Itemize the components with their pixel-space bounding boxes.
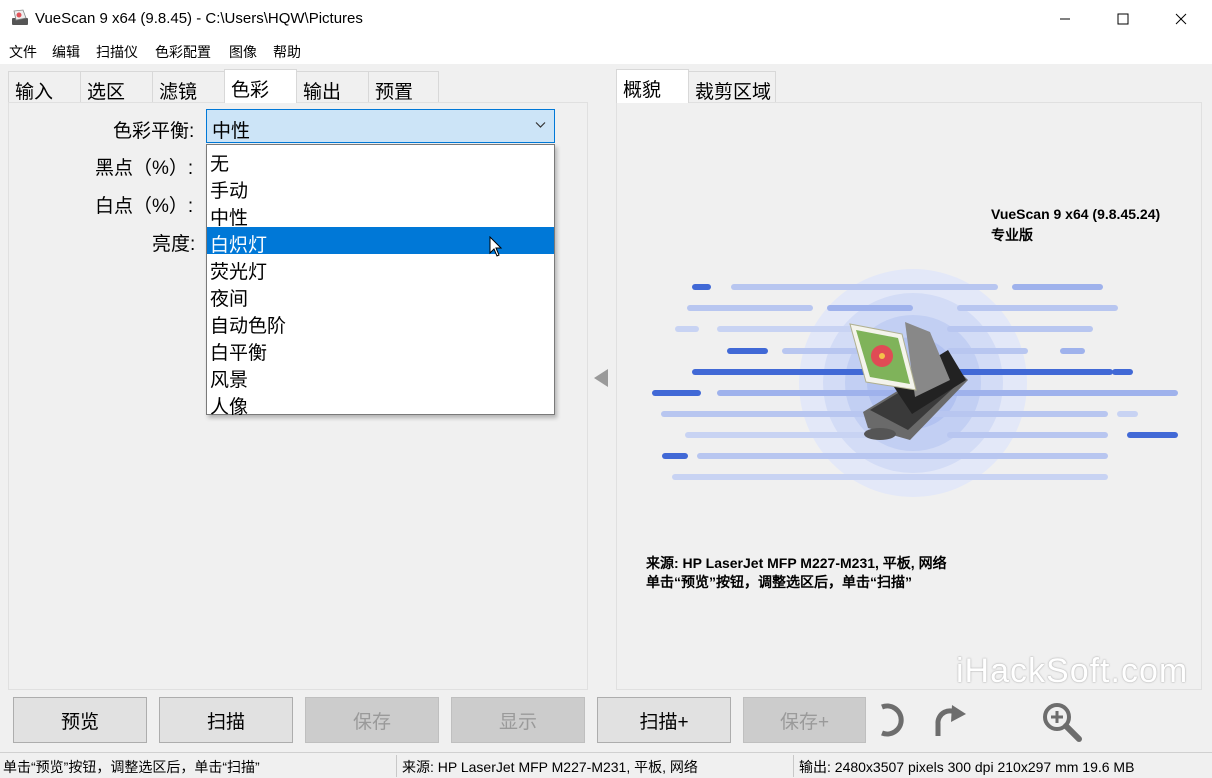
option-neutral[interactable]: 中性	[207, 200, 554, 229]
option-none[interactable]: 无	[207, 146, 554, 175]
scan-plus-button[interactable]: 扫描+	[597, 697, 731, 743]
tab-crop[interactable]: 选区	[80, 71, 153, 103]
option-auto-levels[interactable]: 自动色阶	[207, 308, 554, 337]
close-button[interactable]	[1152, 0, 1210, 38]
scan-button[interactable]: 扫描	[159, 697, 293, 743]
rotate-left-icon[interactable]	[874, 700, 906, 740]
menu-file[interactable]: 文件	[9, 42, 37, 62]
option-white-balance[interactable]: 白平衡	[207, 335, 554, 364]
tab-input[interactable]: 输入	[8, 71, 81, 103]
watermark: iHackSoft.com	[956, 652, 1189, 690]
usage-hint: 单击“预览”按钮，调整选区后，单击“扫描”	[646, 574, 912, 590]
option-fluorescent[interactable]: 荧光灯	[207, 254, 554, 283]
color-balance-label: 色彩平衡:	[113, 121, 195, 142]
menu-help[interactable]: 帮助	[273, 42, 301, 62]
option-night[interactable]: 夜间	[207, 281, 554, 310]
menu-edit[interactable]: 编辑	[52, 42, 80, 62]
tab-prefs[interactable]: 预置	[368, 71, 439, 103]
brightness-label: 亮度:	[152, 234, 196, 255]
zoom-in-icon[interactable]	[1040, 700, 1084, 742]
menu-bar: 文件 编辑 扫描仪 色彩配置 图像 帮助	[0, 38, 1212, 64]
color-balance-value: 中性	[212, 121, 251, 142]
color-balance-select[interactable]: 中性	[206, 109, 555, 143]
chevron-down-icon	[535, 122, 546, 128]
status-output: 输出: 2480x3507 pixels 300 dpi 210x297 mm …	[799, 759, 1135, 775]
status-divider	[793, 755, 794, 777]
scanner-illustration	[652, 269, 1178, 497]
maximize-icon	[1117, 13, 1129, 25]
option-manual[interactable]: 手动	[207, 173, 554, 202]
color-balance-dropdown: 无 手动 中性 白炽灯 荧光灯 夜间 自动色阶 白平衡 风景 人像	[206, 144, 555, 418]
white-point-label: 白点（%）:	[95, 196, 194, 217]
close-icon	[1175, 13, 1187, 25]
save-plus-button[interactable]: 保存+	[743, 697, 866, 743]
menu-image[interactable]: 图像	[229, 42, 257, 62]
preview-button[interactable]: 预览	[13, 697, 147, 743]
status-divider	[396, 755, 397, 777]
status-source: 来源: HP LaserJet MFP M227-M231, 平板, 网络	[402, 759, 698, 775]
scanner-app-icon	[12, 9, 28, 25]
tab-filter[interactable]: 滤镜	[152, 71, 225, 103]
option-landscape[interactable]: 风景	[207, 362, 554, 391]
maximize-button[interactable]	[1094, 0, 1152, 38]
window-title: VueScan 9 x64 (9.8.45) - C:\Users\HQW\Pi…	[35, 10, 363, 27]
menu-scanner[interactable]: 扫描仪	[96, 42, 138, 62]
tab-overview[interactable]: 概貌	[616, 69, 689, 103]
source-info: 来源: HP LaserJet MFP M227-M231, 平板, 网络	[646, 555, 947, 571]
save-button[interactable]: 保存	[305, 697, 439, 743]
tab-crop-area[interactable]: 裁剪区域	[688, 71, 776, 103]
title-bar: VueScan 9 x64 (9.8.45) - C:\Users\HQW\Pi…	[0, 0, 1212, 38]
black-point-label: 黑点（%）:	[95, 158, 194, 179]
minimize-button[interactable]	[1036, 0, 1094, 38]
minimize-icon	[1060, 18, 1070, 20]
show-button[interactable]: 显示	[451, 697, 585, 743]
version-text: VueScan 9 x64 (9.8.45.24)	[991, 206, 1161, 222]
status-bar: 单击“预览”按钮，调整选区后，单击“扫描” 来源: HP LaserJet MF…	[0, 752, 1212, 778]
tab-output[interactable]: 输出	[296, 71, 369, 103]
collapse-left-arrow-icon[interactable]	[592, 368, 610, 388]
status-hint: 单击“预览”按钮，调整选区后，单击“扫描”	[3, 759, 260, 775]
option-portrait[interactable]: 人像	[207, 389, 554, 418]
menu-color-profile[interactable]: 色彩配置	[155, 42, 211, 62]
mouse-cursor-icon	[489, 236, 503, 257]
rotate-right-icon[interactable]	[924, 700, 968, 740]
tab-color[interactable]: 色彩	[224, 69, 297, 103]
edition-text: 专业版	[991, 227, 1033, 243]
